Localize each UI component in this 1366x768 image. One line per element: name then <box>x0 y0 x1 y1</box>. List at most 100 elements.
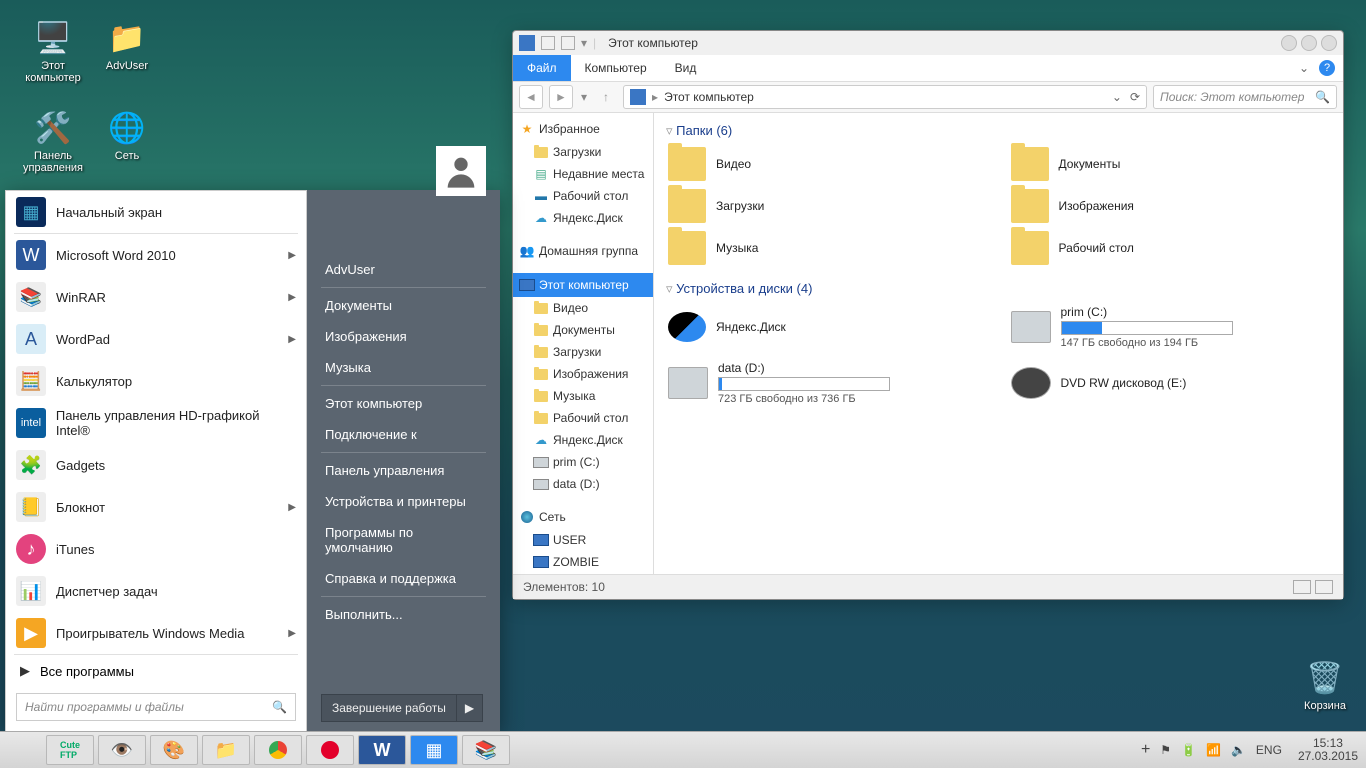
drive-prim[interactable]: prim (C:) 147 ГБ свободно из 194 ГБ <box>1009 303 1332 351</box>
task-explorer[interactable]: 📁 <box>202 735 250 765</box>
close-button[interactable] <box>1321 35 1337 51</box>
tray-expand-icon[interactable]: + <box>1141 741 1150 759</box>
folder-pictures[interactable]: Изображения <box>1009 187 1332 225</box>
prog-wordpad[interactable]: AWordPad▶ <box>6 318 306 360</box>
task-chrome[interactable] <box>254 735 302 765</box>
nav-item-desktop2[interactable]: Рабочий стол <box>513 407 653 429</box>
folder-videos[interactable]: Видео <box>666 145 989 183</box>
shutdown-options-button[interactable]: ▶ <box>457 694 483 722</box>
desktop-icon-advuser[interactable]: 📁AdvUser <box>92 18 162 72</box>
right-control-panel[interactable]: Панель управления <box>321 455 486 486</box>
nav-network-header[interactable]: Сеть <box>513 505 653 529</box>
nav-item-music[interactable]: Музыка <box>513 385 653 407</box>
prog-itunes[interactable]: ♪iTunes <box>6 528 306 570</box>
user-avatar[interactable] <box>436 146 486 196</box>
shutdown-button[interactable]: Завершение работы <box>321 694 457 722</box>
folder-music[interactable]: Музыка <box>666 229 989 267</box>
qat-dropdown-icon[interactable]: ▾ <box>581 36 587 50</box>
maximize-button[interactable] <box>1301 35 1317 51</box>
tab-view[interactable]: Вид <box>661 55 711 81</box>
folder-downloads[interactable]: Загрузки <box>666 187 989 225</box>
tab-file[interactable]: Файл <box>513 55 571 81</box>
desktop-icon-this-pc[interactable]: 🖥️Этот компьютер <box>18 18 88 84</box>
minimize-button[interactable] <box>1281 35 1297 51</box>
prog-intel[interactable]: intelПанель управления HD-графикой Intel… <box>6 402 306 444</box>
nav-item-documents[interactable]: Документы <box>513 319 653 341</box>
drive-dvd[interactable]: DVD RW дисковод (E:) <box>1009 359 1332 407</box>
address-bar[interactable]: ▸ Этот компьютер ⌄⟳ <box>623 85 1147 109</box>
right-run[interactable]: Выполнить... <box>321 599 486 630</box>
qat-icon[interactable] <box>561 36 575 50</box>
refresh-button[interactable]: ⟳ <box>1130 90 1140 104</box>
prog-word[interactable]: WMicrosoft Word 2010▶ <box>6 234 306 276</box>
prog-notepad[interactable]: 📒Блокнот▶ <box>6 486 306 528</box>
nav-item-zombie[interactable]: ZOMBIE <box>513 551 653 573</box>
task-winrar[interactable]: 📚 <box>462 735 510 765</box>
view-icons-button[interactable] <box>1315 580 1333 594</box>
prog-start-screen[interactable]: ▦Начальный экран <box>6 191 306 233</box>
nav-this-pc-header[interactable]: Этот компьютер <box>513 273 653 297</box>
prog-wmp[interactable]: ▶Проигрыватель Windows Media▶ <box>6 612 306 654</box>
right-help[interactable]: Справка и поддержка <box>321 563 486 594</box>
group-drives-header[interactable]: Устройства и диски (4) <box>666 281 1331 297</box>
task-opera[interactable] <box>306 735 354 765</box>
view-details-button[interactable] <box>1293 580 1311 594</box>
nav-item-downloads2[interactable]: Загрузки <box>513 341 653 363</box>
right-connect[interactable]: Подключение к <box>321 419 486 450</box>
right-music[interactable]: Музыка <box>321 352 486 383</box>
tray-clock[interactable]: 15:13 27.03.2015 <box>1292 737 1364 763</box>
nav-item-yandex2[interactable]: ☁Яндекс.Диск <box>513 429 653 451</box>
nav-favorites-header[interactable]: ★Избранное <box>513 117 653 141</box>
up-button[interactable]: ↑ <box>595 86 617 108</box>
nav-item-prim[interactable]: prim (C:) <box>513 451 653 473</box>
search-input[interactable]: Поиск: Этот компьютер 🔍 <box>1153 85 1337 109</box>
nav-item-data[interactable]: data (D:) <box>513 473 653 495</box>
all-programs[interactable]: ▶Все программы <box>6 655 306 687</box>
nav-item-user[interactable]: USER <box>513 529 653 551</box>
nav-item-pictures[interactable]: Изображения <box>513 363 653 385</box>
drive-yandex[interactable]: Яндекс.Диск <box>666 303 989 351</box>
help-button[interactable]: ? <box>1319 60 1335 76</box>
nav-item-recent[interactable]: ▤Недавние места <box>513 163 653 185</box>
task-word[interactable]: W <box>358 735 406 765</box>
folder-desktop[interactable]: Рабочий стол <box>1009 229 1332 267</box>
tray-lang[interactable]: ENG <box>1256 743 1282 757</box>
right-this-pc[interactable]: Этот компьютер <box>321 388 486 419</box>
right-default-programs[interactable]: Программы по умолчанию <box>321 517 486 563</box>
address-dropdown-icon[interactable]: ⌄ <box>1112 90 1122 104</box>
tray-flag-icon[interactable]: ⚑ <box>1160 743 1171 757</box>
desktop-icon-recycle-bin[interactable]: 🗑️Корзина <box>1290 658 1360 712</box>
forward-button[interactable]: ► <box>549 85 573 109</box>
prog-winrar[interactable]: 📚WinRAR▶ <box>6 276 306 318</box>
history-dropdown-icon[interactable]: ▾ <box>579 90 589 104</box>
right-devices[interactable]: Устройства и принтеры <box>321 486 486 517</box>
titlebar[interactable]: ▾ | Этот компьютер <box>513 31 1343 55</box>
group-folders-header[interactable]: Папки (6) <box>666 123 1331 139</box>
tray-network-icon[interactable]: 📶 <box>1206 743 1221 757</box>
nav-item-yandex[interactable]: ☁Яндекс.Диск <box>513 207 653 229</box>
drive-data[interactable]: data (D:) 723 ГБ свободно из 736 ГБ <box>666 359 989 407</box>
prog-taskmgr[interactable]: 📊Диспетчер задач <box>6 570 306 612</box>
ribbon-expand-icon[interactable]: ⌄ <box>1299 61 1309 75</box>
start-search-input[interactable]: Найти программы и файлы 🔍 <box>16 693 296 721</box>
back-button[interactable]: ◄ <box>519 85 543 109</box>
nav-item-desktop[interactable]: ▬Рабочий стол <box>513 185 653 207</box>
right-advuser[interactable]: AdvUser <box>321 254 486 285</box>
task-cuteftp[interactable]: CuteFTP <box>46 735 94 765</box>
tray-battery-icon[interactable]: 🔋 <box>1181 743 1196 757</box>
right-pictures[interactable]: Изображения <box>321 321 486 352</box>
tab-computer[interactable]: Компьютер <box>571 55 661 81</box>
tray-volume-icon[interactable]: 🔈 <box>1231 743 1246 757</box>
folder-documents[interactable]: Документы <box>1009 145 1332 183</box>
nav-homegroup-header[interactable]: 👥Домашняя группа <box>513 239 653 263</box>
start-button[interactable] <box>4 735 44 765</box>
task-tiles[interactable]: ▦ <box>410 735 458 765</box>
prog-calc[interactable]: 🧮Калькулятор <box>6 360 306 402</box>
task-app1[interactable]: 👁️ <box>98 735 146 765</box>
desktop-icon-control-panel[interactable]: 🛠️Панель управления <box>18 108 88 174</box>
desktop-icon-network[interactable]: 🌐Сеть <box>92 108 162 162</box>
nav-item-videos[interactable]: Видео <box>513 297 653 319</box>
right-documents[interactable]: Документы <box>321 290 486 321</box>
prog-gadgets[interactable]: 🧩Gadgets <box>6 444 306 486</box>
breadcrumb[interactable]: Этот компьютер <box>664 90 754 104</box>
